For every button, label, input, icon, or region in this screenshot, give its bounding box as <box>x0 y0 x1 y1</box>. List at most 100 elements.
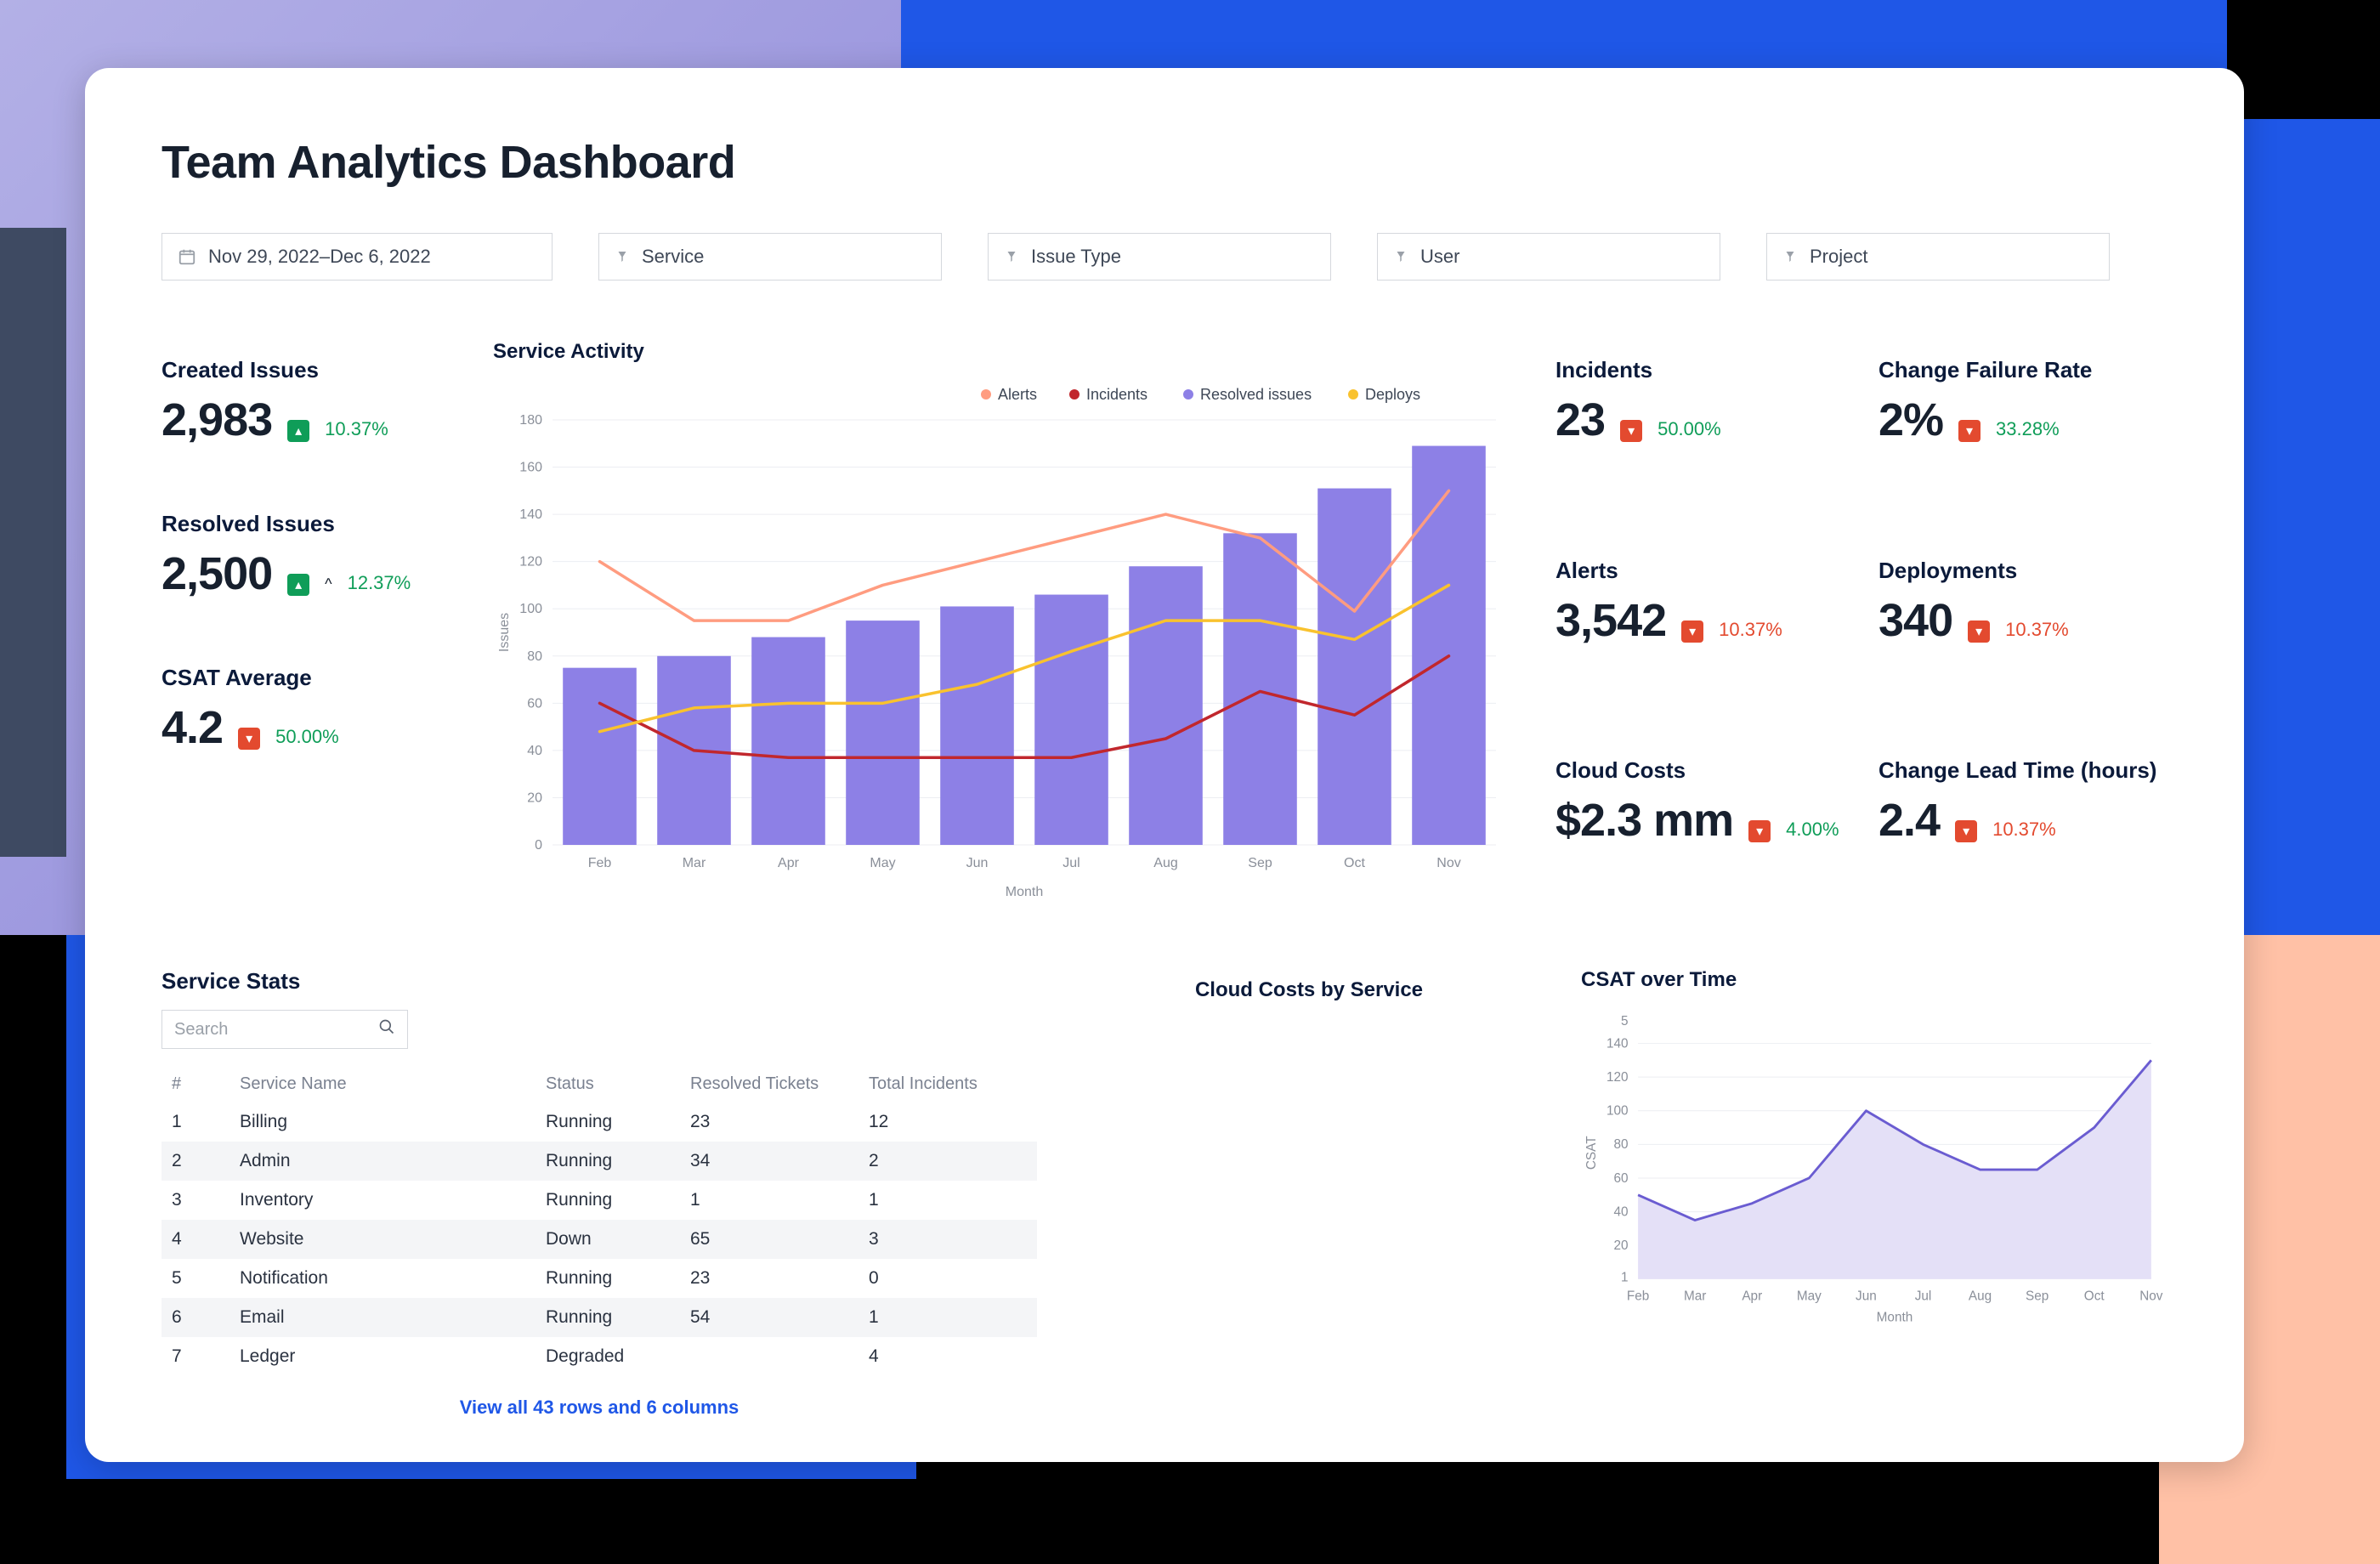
cell-service-name: Admin <box>230 1142 536 1181</box>
cloud-costs-panel: Cloud Costs by Service <box>1088 968 1530 1419</box>
cell-index: 4 <box>162 1220 230 1259</box>
cell-resolved: 1 <box>680 1181 858 1220</box>
svg-text:Apr: Apr <box>778 856 800 870</box>
table-row[interactable]: 5NotificationRunning230 <box>162 1259 1037 1298</box>
table-row[interactable]: 7LedgerDegraded4 <box>162 1337 1037 1376</box>
trend-down-icon: ▾ <box>1748 820 1771 842</box>
stat-value: 2,983 <box>162 394 272 446</box>
svg-text:Jun: Jun <box>966 856 989 870</box>
dashboard-card: Team Analytics Dashboard Nov 29, 2022–De… <box>85 68 2244 1462</box>
table-row[interactable]: 3InventoryRunning11 <box>162 1181 1037 1220</box>
cell-service-name: Email <box>230 1298 536 1337</box>
col-total-incidents: Total Incidents <box>858 1066 1037 1102</box>
cell-index: 7 <box>162 1337 230 1376</box>
cell-index: 1 <box>162 1102 230 1142</box>
cell-status: Down <box>536 1220 680 1259</box>
stat-incidents: Incidents 23 ▾ 50.00% <box>1556 357 1844 508</box>
stat-delta: 50.00% <box>1658 418 1721 440</box>
cell-incidents: 0 <box>858 1259 1037 1298</box>
trend-down-icon: ▾ <box>238 728 260 750</box>
service-filter[interactable]: Service <box>598 233 942 280</box>
svg-text:160: 160 <box>519 461 542 475</box>
stat-delta: 10.37% <box>325 418 388 440</box>
svg-text:Oct: Oct <box>1344 856 1365 870</box>
filter-label: User <box>1420 246 1459 268</box>
filter-bar: Nov 29, 2022–Dec 6, 2022 Service Issue T… <box>162 233 2168 280</box>
issue-type-filter[interactable]: Issue Type <box>988 233 1331 280</box>
stat-resolved-issues: Resolved Issues 2,500 ▴ ^ 12.37% <box>162 511 450 600</box>
svg-text:Jun: Jun <box>1856 1289 1877 1304</box>
cell-status: Running <box>536 1298 680 1337</box>
cell-status: Running <box>536 1259 680 1298</box>
trend-down-icon: ▾ <box>1681 620 1703 643</box>
svg-text:Aug: Aug <box>1969 1289 1992 1304</box>
cell-service-name: Inventory <box>230 1181 536 1220</box>
stat-value: 2,500 <box>162 547 272 600</box>
trend-up-icon: ▴ <box>287 420 309 442</box>
cell-service-name: Billing <box>230 1102 536 1142</box>
section-title: Service Stats <box>162 968 1037 994</box>
stat-change-failure-rate: Change Failure Rate 2% ▾ 33.28% <box>1878 357 2168 508</box>
table-row[interactable]: 4WebsiteDown653 <box>162 1220 1037 1259</box>
filter-label: Service <box>642 246 704 268</box>
svg-text:1: 1 <box>1621 1271 1629 1285</box>
stat-delta: 33.28% <box>1996 418 2060 440</box>
cell-resolved: 23 <box>680 1102 858 1142</box>
search-icon <box>378 1018 395 1040</box>
user-filter[interactable]: User <box>1377 233 1720 280</box>
filter-label: Issue Type <box>1031 246 1121 268</box>
stat-value: 340 <box>1878 594 1952 647</box>
svg-text:140: 140 <box>1606 1036 1629 1051</box>
cell-service-name: Ledger <box>230 1337 536 1376</box>
svg-text:Jul: Jul <box>1915 1289 1932 1304</box>
page-background: Team Analytics Dashboard Nov 29, 2022–De… <box>0 0 2380 1564</box>
svg-text:100: 100 <box>519 602 542 616</box>
stat-delta: 10.37% <box>1992 819 2056 841</box>
svg-text:Sep: Sep <box>1248 856 1272 870</box>
table-row[interactable]: 1BillingRunning2312 <box>162 1102 1037 1142</box>
col-index: # <box>162 1066 230 1102</box>
cell-incidents: 3 <box>858 1220 1037 1259</box>
stat-label: Alerts <box>1556 558 1844 584</box>
svg-text:Mar: Mar <box>683 856 706 870</box>
stat-label: Change Failure Rate <box>1878 357 2168 383</box>
csat-over-time-panel: CSAT over Time 1204060801001201405FebMar… <box>1581 968 2168 1419</box>
view-all-link[interactable]: View all 43 rows and 6 columns <box>460 1397 740 1418</box>
stat-delta: 4.00% <box>1786 819 1839 841</box>
cell-index: 2 <box>162 1142 230 1181</box>
svg-text:Nov: Nov <box>2139 1289 2163 1304</box>
svg-text:180: 180 <box>519 413 542 428</box>
filter-icon <box>1004 249 1019 264</box>
col-resolved-tickets: Resolved Tickets <box>680 1066 858 1102</box>
stat-change-lead-time: Change Lead Time (hours) 2.4 ▾ 10.37% <box>1878 757 2168 909</box>
stat-alerts: Alerts 3,542 ▾ 10.37% <box>1556 558 1844 709</box>
cell-service-name: Notification <box>230 1259 536 1298</box>
cell-resolved <box>680 1337 858 1376</box>
stat-cloud-costs: Cloud Costs $2.3 mm ▾ 4.00% <box>1556 757 1844 909</box>
svg-text:80: 80 <box>1614 1137 1629 1152</box>
search-placeholder: Search <box>174 1020 228 1040</box>
cell-resolved: 65 <box>680 1220 858 1259</box>
cell-status: Running <box>536 1102 680 1142</box>
svg-text:60: 60 <box>527 696 542 711</box>
svg-text:Resolved issues: Resolved issues <box>1200 386 1312 403</box>
svg-text:40: 40 <box>1614 1204 1629 1219</box>
project-filter[interactable]: Project <box>1766 233 2110 280</box>
section-title: CSAT over Time <box>1581 968 2168 992</box>
table-row[interactable]: 2AdminRunning342 <box>162 1142 1037 1181</box>
table-row[interactable]: 6EmailRunning541 <box>162 1298 1037 1337</box>
cell-resolved: 23 <box>680 1259 858 1298</box>
cell-index: 5 <box>162 1259 230 1298</box>
trend-down-icon: ▾ <box>1968 620 1990 643</box>
cell-incidents: 2 <box>858 1142 1037 1181</box>
date-range-picker[interactable]: Nov 29, 2022–Dec 6, 2022 <box>162 233 552 280</box>
cell-status: Running <box>536 1142 680 1181</box>
cell-status: Degraded <box>536 1337 680 1376</box>
svg-text:20: 20 <box>527 790 542 805</box>
stat-label: Cloud Costs <box>1556 757 1844 784</box>
decorative-rect <box>0 228 66 857</box>
search-input[interactable]: Search <box>162 1010 408 1049</box>
calendar-icon <box>178 247 196 266</box>
stat-value: 23 <box>1556 394 1605 446</box>
svg-text:60: 60 <box>1614 1171 1629 1186</box>
